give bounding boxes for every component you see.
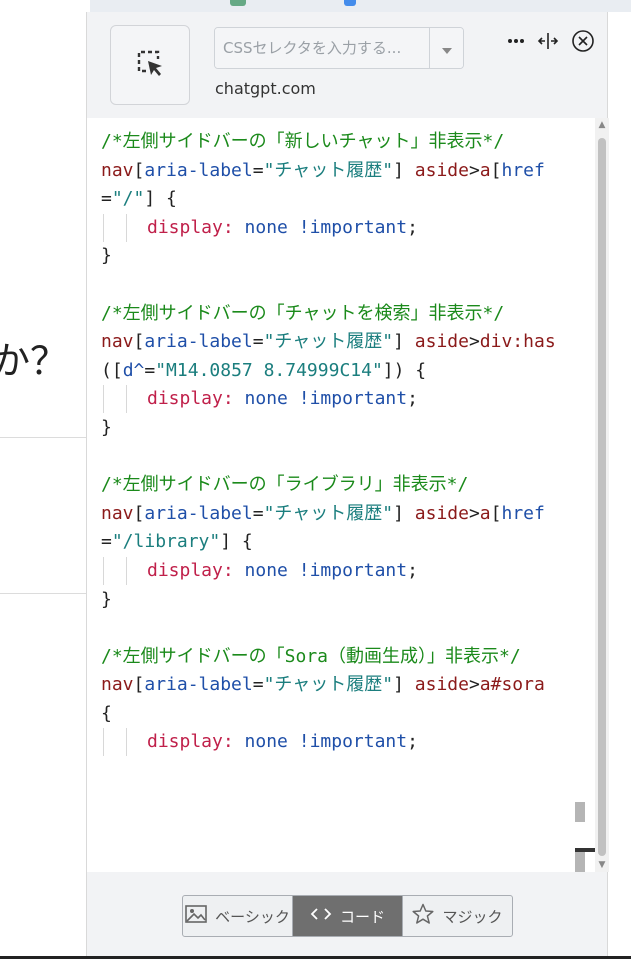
code-comment: /*左側サイドバーの「ライブラリ」非表示*/: [101, 474, 469, 496]
code-icon: [310, 907, 332, 925]
css-selector-input[interactable]: [215, 28, 429, 68]
code-selector: nav[aria-label="チャット履歴"] aside>a#sora {: [101, 674, 556, 724]
browser-top-bar: [0, 0, 631, 12]
element-picker-button[interactable]: [110, 25, 190, 105]
divider: [0, 593, 86, 594]
element-picker-icon: [132, 45, 168, 85]
code-scrollbar[interactable]: ▲ ▼: [595, 118, 609, 872]
code-declaration: display: none !important;: [101, 556, 563, 586]
more-icon[interactable]: [507, 30, 525, 52]
scroll-down-arrow-icon[interactable]: ▼: [597, 860, 607, 870]
mode-basic-label: ベーシック: [215, 907, 290, 926]
mode-code-label: コード: [339, 907, 385, 926]
panel-toolbar: [507, 30, 595, 52]
mode-basic-button[interactable]: ベーシック: [183, 896, 293, 936]
star-icon: [412, 903, 435, 929]
close-icon[interactable]: [571, 30, 595, 52]
css-editor-panel: chatgpt.com /*左側サイドバーの「新しいチャット」非表示*/ nav[…: [86, 12, 609, 956]
code-selector: nav[aria-label="チャット履歴"] aside>div:has([…: [101, 331, 556, 381]
mode-magic-label: マジック: [442, 907, 503, 926]
css-code-editor[interactable]: /*左側サイドバーの「新しいチャット」非表示*/ nav[aria-label="…: [87, 118, 595, 872]
browser-tab-strip: [0, 0, 90, 12]
browser-tab-indicator: [344, 0, 356, 6]
code-close-brace: }: [101, 588, 112, 610]
css-selector-combobox: [214, 27, 464, 69]
selector-dropdown-button[interactable]: [429, 28, 463, 68]
scroll-thumb[interactable]: [598, 138, 606, 856]
minimap-marker: [575, 802, 585, 822]
dropdown-icon: [441, 39, 452, 58]
divider: [0, 437, 86, 438]
code-declaration: display: none !important;: [101, 728, 563, 757]
code-declaration: display: none !important;: [101, 385, 563, 414]
code-comment: /*左側サイドバーの「Sora（動画生成）」非表示*/: [101, 645, 521, 667]
code-declaration: display: none !important;: [101, 213, 563, 243]
background-heading-fragment: か？: [0, 339, 69, 383]
code-selector: nav[aria-label="チャット履歴"] aside>a[href="/…: [101, 159, 545, 210]
code-close-brace: }: [101, 416, 112, 438]
browser-tab-indicator: [230, 0, 246, 6]
code-comment: /*左側サイドバーの「新しいチャット」非表示*/: [101, 131, 505, 152]
scroll-up-arrow-icon[interactable]: ▲: [597, 120, 607, 130]
mode-code-button[interactable]: コード: [293, 896, 403, 936]
minimap-marker: [575, 852, 585, 872]
code-close-brace: }: [101, 245, 112, 267]
site-domain: chatgpt.com: [215, 79, 316, 98]
code-selector: nav[aria-label="チャット履歴"] aside>a[href="/…: [101, 502, 545, 553]
mode-switcher: ベーシック コード マジック: [182, 895, 513, 937]
mode-magic-button[interactable]: マジック: [403, 896, 512, 936]
image-icon: [185, 905, 207, 927]
code-comment: /*左側サイドバーの「チャットを検索」非表示*/: [101, 302, 505, 324]
resize-icon[interactable]: [537, 30, 559, 52]
